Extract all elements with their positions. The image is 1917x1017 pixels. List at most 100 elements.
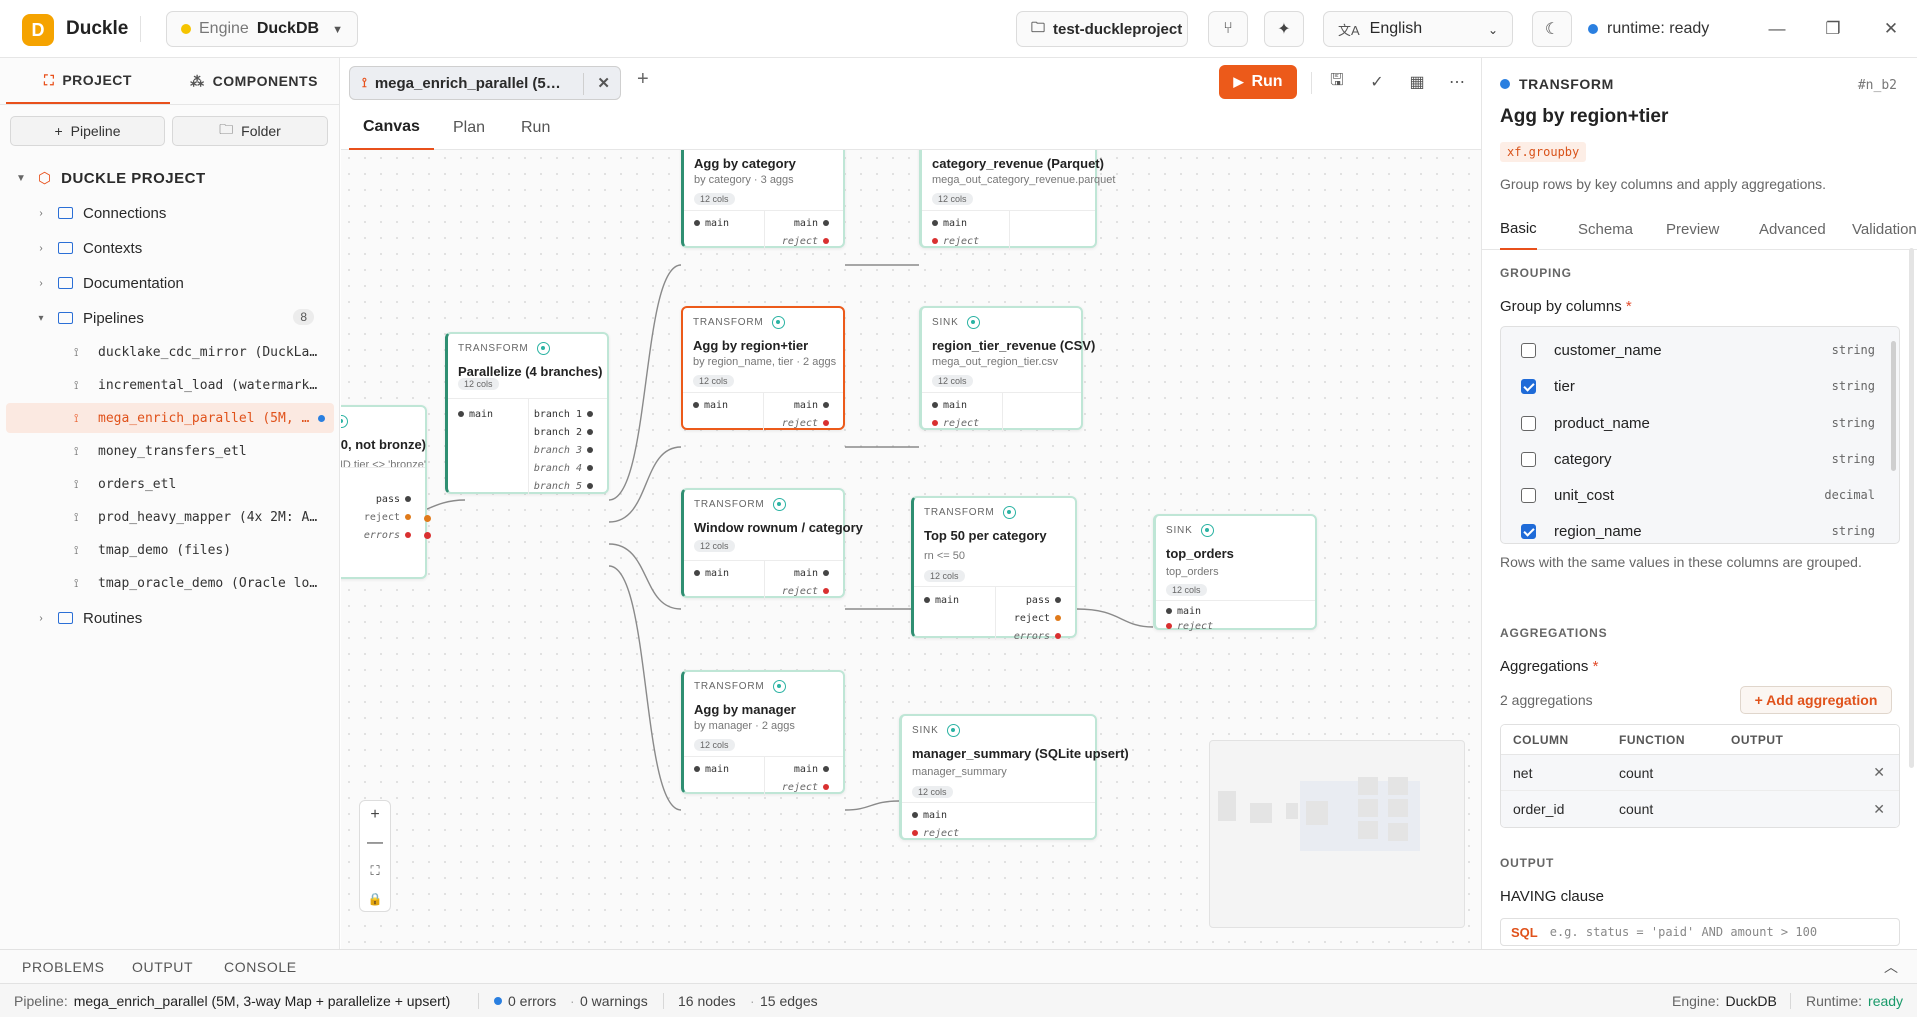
port-reject-in[interactable]: reject — [932, 418, 979, 429]
node-sink-region-tier[interactable]: SINK region_tier_revenue (CSV) mega_out_… — [919, 306, 1095, 432]
port-reject[interactable]: reject — [782, 236, 829, 247]
port-reject[interactable]: reject — [782, 586, 829, 597]
scrollbar[interactable] — [1909, 248, 1914, 768]
scrollbar[interactable] — [1891, 341, 1896, 471]
port-reject[interactable]: reject — [782, 782, 829, 793]
port-main-in[interactable]: main — [693, 400, 728, 411]
node-top-50[interactable]: TRANSFORM Top 50 per category rn <= 50 1… — [911, 496, 1077, 642]
tab-schema[interactable]: Schema — [1578, 208, 1633, 250]
status-warnings[interactable]: 0 warnings — [580, 984, 648, 1017]
node-window-rownum[interactable]: TRANSFORM Window rownum / category 12 co… — [681, 488, 863, 600]
editor-tab[interactable]: ⟟ mega_enrich_parallel (5M, 3-way Map + … — [349, 66, 621, 100]
port-main-in[interactable]: main — [924, 595, 959, 606]
port-main-in[interactable]: main — [694, 218, 729, 229]
port-branch-4[interactable]: branch 4 — [534, 463, 593, 474]
theme-toggle-button[interactable]: ☾ — [1532, 11, 1572, 47]
tree-folder-routines[interactable]: › Routines — [34, 603, 142, 633]
port-main-out[interactable]: main — [794, 400, 829, 411]
ai-assist-button[interactable]: ✦ — [1264, 11, 1304, 47]
tab-canvas[interactable]: Canvas — [349, 106, 434, 150]
port-main-out[interactable]: main — [794, 218, 829, 229]
zoom-out-button[interactable]: — — [360, 829, 390, 857]
status-errors[interactable]: 0 errors — [494, 984, 556, 1017]
port-reject-in[interactable]: reject — [912, 828, 959, 839]
tab-plan[interactable]: Plan — [453, 106, 485, 150]
group-by-option[interactable]: customer_name string — [1501, 332, 1889, 368]
pipeline-item[interactable]: ⟟ tmap_demo (files) — [74, 535, 320, 565]
port-pass[interactable]: pass — [376, 494, 411, 505]
tree-root[interactable]: ▼ ⬡ DUCKLE PROJECT — [14, 163, 206, 193]
node-sink-category-revenue[interactable]: SINK category_revenue (Parquet) mega_out… — [919, 150, 1115, 250]
port-branch-2[interactable]: branch 2 — [534, 427, 593, 438]
pipeline-item[interactable]: ⟟ incremental_load (watermark + upsert) — [74, 370, 320, 400]
run-button[interactable]: ▶ Run — [1219, 65, 1297, 99]
group-by-option[interactable]: category string — [1501, 441, 1889, 477]
tab-validation[interactable]: Validation — [1852, 208, 1917, 250]
port-errors[interactable]: errors — [364, 530, 411, 541]
close-window-button[interactable]: ✕ — [1876, 14, 1906, 44]
group-by-option[interactable]: product_name string — [1501, 405, 1889, 441]
node-sink-manager-summary[interactable]: SINK manager_summary (SQLite upsert) man… — [899, 714, 1129, 840]
agg-column[interactable]: net — [1501, 765, 1619, 781]
having-input[interactable]: SQL e.g. status = 'paid' AND amount > 10… — [1500, 918, 1900, 946]
lock-button[interactable]: 🔒 — [360, 885, 390, 913]
tab-console[interactable]: CONSOLE — [224, 950, 297, 984]
tree-folder-documentation[interactable]: › Documentation — [34, 268, 184, 298]
zoom-in-button[interactable]: + — [360, 801, 390, 829]
checkbox[interactable] — [1521, 487, 1536, 503]
tree-folder-connections[interactable]: › Connections — [34, 198, 166, 228]
pipeline-item[interactable]: ⟟ money_transfers_etl — [74, 436, 320, 466]
minimap[interactable] — [1209, 740, 1465, 928]
port-main-in[interactable]: main — [932, 218, 967, 229]
tab-output[interactable]: OUTPUT — [132, 950, 193, 984]
git-branch-button[interactable]: ⑂ — [1208, 11, 1248, 47]
tab-project[interactable]: ⛶ PROJECT — [6, 58, 170, 104]
tab-problems[interactable]: PROBLEMS — [22, 950, 105, 984]
port-handle[interactable] — [424, 532, 431, 539]
node-parallelize[interactable]: TRANSFORM Parallelize (4 branches) 12 co… — [445, 332, 609, 494]
pipeline-item-active[interactable]: ⟟ mega_enrich_parallel (5M, 3-way Map + p… — [74, 403, 325, 433]
remove-icon[interactable]: ✕ — [1873, 801, 1885, 818]
group-by-option[interactable]: tier string — [1501, 368, 1889, 404]
agg-function[interactable]: count — [1619, 765, 1731, 781]
new-folder-button[interactable]: 🗀 Folder — [172, 116, 328, 146]
more-button[interactable]: ⋯ — [1443, 68, 1471, 96]
port-reject-in[interactable]: reject — [932, 236, 979, 247]
layout-button[interactable]: ▦ — [1403, 68, 1431, 96]
node-agg-region-tier[interactable]: TRANSFORM Agg by region+tier by region_n… — [681, 306, 845, 432]
tab-basic[interactable]: Basic — [1500, 208, 1537, 250]
node-sink-top-orders[interactable]: SINK top_orders top_orders 12 cols main … — [1153, 514, 1317, 632]
close-tab-icon[interactable]: ✕ — [597, 74, 610, 92]
port-main-in[interactable]: main — [932, 400, 967, 411]
pipeline-item[interactable]: ⟟ prod_heavy_mapper (4x 2M: Aggregations) — [74, 502, 320, 532]
add-aggregation-button[interactable]: + Add aggregation — [1740, 686, 1892, 714]
maximize-button[interactable]: ❐ — [1818, 14, 1848, 44]
checkbox[interactable] — [1521, 451, 1536, 467]
node-filter[interactable]: TRANSFORMM Filter (margin>0, not bronze)… — [341, 405, 431, 579]
port-reject[interactable]: reject — [1014, 613, 1061, 624]
port-main-in[interactable]: main — [1166, 606, 1201, 617]
port-main-in[interactable]: main — [694, 568, 729, 579]
expand-panel-button[interactable]: ︿ — [1884, 950, 1899, 984]
checkbox[interactable] — [1521, 378, 1536, 394]
port-handle[interactable] — [424, 515, 431, 522]
add-tab-button[interactable]: + — [637, 68, 649, 91]
group-by-option[interactable]: region_name string — [1501, 513, 1889, 543]
node-agg-manager[interactable]: TRANSFORM Agg by manager by manager · 2 … — [681, 670, 845, 796]
fit-view-button[interactable]: ⛶ — [360, 857, 390, 885]
port-main-in[interactable]: main — [912, 810, 947, 821]
engine-select[interactable]: Engine DuckDB ▼ — [166, 11, 358, 47]
project-button[interactable]: 🗀 test-duckleproject — [1016, 11, 1188, 47]
table-row[interactable]: order_id count ✕ — [1501, 791, 1899, 827]
port-main-in[interactable]: main — [458, 409, 493, 420]
validate-button[interactable]: ✓ — [1363, 68, 1391, 96]
port-branch-1[interactable]: branch 1 — [534, 409, 593, 420]
port-reject[interactable]: reject — [782, 418, 829, 429]
checkbox[interactable] — [1521, 523, 1536, 539]
table-row[interactable]: net count ✕ — [1501, 755, 1899, 791]
checkbox[interactable] — [1521, 342, 1536, 358]
tree-folder-pipelines[interactable]: ▾ Pipelines 8 — [34, 303, 330, 333]
port-errors[interactable]: errors — [1014, 631, 1061, 642]
node-agg-category[interactable]: TRANSFORM Agg by category by category · … — [681, 150, 845, 250]
remove-icon[interactable]: ✕ — [1873, 764, 1885, 781]
